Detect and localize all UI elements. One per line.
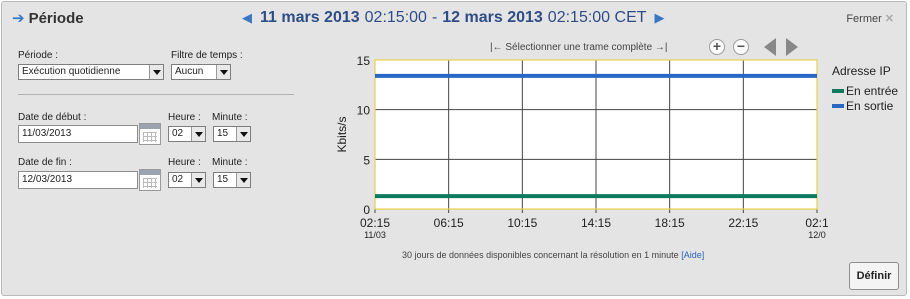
x-tick-label: 22:15 (728, 216, 758, 230)
y-tick-label: 15 (357, 54, 371, 68)
start-hour-label: Heure : (168, 112, 201, 123)
chevron-down-icon (236, 127, 250, 141)
range-separator: - (431, 9, 438, 26)
range-start-time: 02:15:00 (364, 9, 427, 26)
end-minute-value: 15 (217, 174, 229, 185)
period-select[interactable]: Exécution quotidienne (18, 64, 164, 80)
calendar-icon[interactable] (139, 123, 161, 145)
end-minute-label: Minute : (212, 157, 248, 168)
period-panel: ➔ Période ◀ 11 mars 2013 02:15:00 - 12 m… (1, 1, 907, 296)
next-period-icon[interactable]: ▶ (655, 10, 665, 26)
period-value: Exécution quotidienne (22, 66, 121, 77)
time-filter-value: Aucun (175, 66, 204, 77)
start-hour-value: 02 (172, 128, 184, 139)
legend-label-in: En entrée (846, 84, 899, 98)
data-availability-note: 30 jours de données disponibles concerna… (402, 250, 704, 260)
x-tick-label: 06:15 (434, 216, 464, 230)
x-tick-date-label: 11/03 (364, 230, 386, 240)
legend-item-in: En entrée (832, 84, 898, 98)
y-axis-label: Kbits/s (335, 116, 349, 152)
x-tick-label: 02:1 (805, 216, 828, 230)
traffic-chart: 0 5 10 15 02:1511/03 06:15 10:15 14:15 18:15 22:1… (335, 54, 828, 240)
period-label: Période : (18, 50, 59, 61)
calendar-icon[interactable] (139, 169, 161, 191)
time-filter-label: Filtre de temps : (171, 50, 243, 61)
start-minute-select[interactable]: 15 (213, 126, 251, 142)
legend-swatch-out (832, 104, 844, 108)
start-minute-label: Minute : (212, 112, 248, 123)
panel-title: Période (28, 10, 84, 27)
divider (18, 94, 294, 95)
help-link[interactable]: [Aide] (681, 250, 704, 260)
end-hour-value: 02 (172, 174, 184, 185)
chevron-down-icon (191, 173, 205, 187)
x-tick-label: 18:15 (655, 216, 685, 230)
x-tick-label: 02:15 (360, 216, 390, 230)
start-hour-select[interactable]: 02 (168, 126, 206, 142)
chevron-down-icon (191, 127, 205, 141)
panel-header: ➔ Période (12, 10, 84, 27)
y-tick-label: 10 (357, 104, 371, 118)
end-hour-label: Heure : (168, 157, 201, 168)
previous-period-icon[interactable]: ◀ (242, 10, 252, 26)
chevron-down-icon (149, 65, 163, 79)
x-tick-label: 10:15 (507, 216, 537, 230)
date-range: ◀ 11 mars 2013 02:15:00 - 12 mars 2013 0… (242, 9, 665, 27)
close-label: Fermer (846, 13, 882, 25)
availability-text: 30 jours de données disponibles concerna… (402, 250, 679, 260)
start-minute-value: 15 (217, 128, 229, 139)
start-date-label: Date de début : (18, 112, 87, 123)
chevron-down-icon (236, 173, 250, 187)
x-tick-date-label: 12/0 (808, 230, 826, 240)
end-hour-select[interactable]: 02 (168, 172, 206, 188)
chevron-down-icon (216, 65, 230, 79)
time-filter-select[interactable]: Aucun (171, 64, 231, 80)
start-date-input[interactable]: 11/03/2013 (18, 125, 138, 143)
end-date-input[interactable]: 12/03/2013 (18, 171, 138, 189)
y-tick-label: 5 (363, 153, 370, 167)
end-minute-select[interactable]: 15 (213, 172, 251, 188)
y-tick-label: 0 (363, 203, 370, 217)
range-start-date: 11 mars 2013 (260, 9, 360, 26)
legend-label-out: En sortie (846, 99, 894, 113)
legend-item-out: En sortie (832, 99, 893, 113)
end-date-label: Date de fin : (18, 157, 72, 168)
close-button[interactable]: Fermer ✕ (846, 12, 894, 25)
x-tick-label: 14:15 (581, 216, 611, 230)
arrow-right-icon: ➔ (12, 10, 25, 27)
range-end-date: 12 mars 2013 (442, 9, 543, 26)
legend-title: Adresse IP (832, 64, 891, 78)
close-icon: ✕ (884, 13, 894, 25)
legend-swatch-in (832, 89, 844, 93)
define-button[interactable]: Définir (849, 262, 899, 290)
range-end-time: 02:15:00 CET (547, 9, 647, 26)
